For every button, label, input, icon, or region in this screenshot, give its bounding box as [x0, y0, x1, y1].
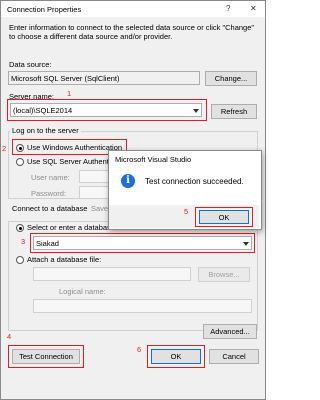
- data-source-label: Data source:: [9, 60, 52, 69]
- annotation-2: 2: [2, 144, 7, 153]
- annotation-5: 5: [184, 207, 189, 216]
- window-title: Connection Properties: [7, 5, 82, 14]
- annotation-6: 6: [137, 345, 142, 354]
- select-db-radio[interactable]: [16, 224, 24, 232]
- refresh-button[interactable]: Refresh: [211, 104, 257, 119]
- message-text: Test connection succeeded.: [145, 177, 244, 186]
- title-bar: Connection Properties ? ✕: [1, 1, 265, 17]
- info-icon: i: [121, 174, 135, 188]
- annotation-box-3: [30, 233, 255, 253]
- help-button[interactable]: ?: [226, 4, 230, 13]
- message-box-title: Microsoft Visual Studio: [115, 155, 192, 164]
- data-source-value: Microsoft SQL Server (SqlClient): [11, 74, 120, 83]
- logical-name-label: Logical name:: [59, 287, 106, 296]
- user-name-label: User name:: [31, 173, 70, 182]
- message-box: Microsoft Visual Studio i Test connectio…: [108, 150, 262, 230]
- attach-db-label[interactable]: Attach a database file:: [27, 255, 101, 264]
- cancel-button[interactable]: Cancel: [209, 349, 259, 364]
- annotation-box-6: [147, 345, 205, 368]
- annotation-4: 4: [7, 332, 12, 341]
- advanced-button[interactable]: Advanced...: [203, 324, 257, 339]
- change-button[interactable]: Change...: [205, 71, 257, 86]
- logical-name-field[interactable]: [33, 299, 252, 313]
- annotation-1: 1: [67, 89, 72, 98]
- logon-group-label: Log on to the server: [10, 126, 81, 135]
- intro-text: Enter information to connect to the sele…: [9, 23, 255, 41]
- annotation-3: 3: [21, 237, 26, 246]
- password-label: Password:: [31, 189, 67, 198]
- sql-auth-radio[interactable]: [16, 158, 24, 166]
- attach-db-radio[interactable]: [16, 256, 24, 264]
- data-source-field: Microsoft SQL Server (SqlClient): [8, 71, 200, 85]
- database-group-label: Connect to a database: [10, 204, 90, 213]
- browse-button[interactable]: Browse...: [198, 267, 250, 282]
- annotation-box-1: [7, 99, 207, 121]
- annotation-box-4: [8, 345, 84, 368]
- annotation-box-5: [195, 207, 253, 227]
- close-button[interactable]: ✕: [250, 4, 257, 13]
- attach-file-field[interactable]: [33, 267, 191, 281]
